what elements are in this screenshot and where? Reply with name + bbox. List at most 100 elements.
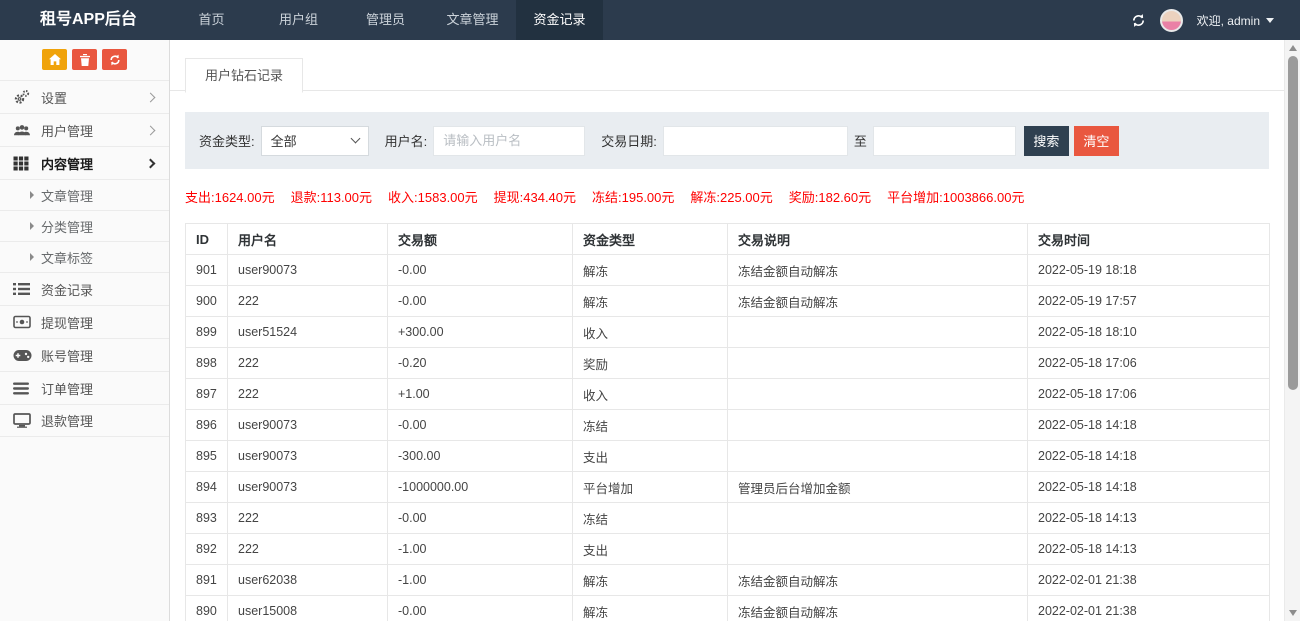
user-menu[interactable]: 欢迎, admin [1197,12,1274,29]
date-to-input[interactable] [873,126,1016,156]
scroll-down-arrow[interactable] [1289,610,1297,616]
table-cell-username: user62038 [228,565,388,596]
table-cell-type: 解冻 [573,286,728,317]
table-cell-id: 898 [186,348,228,379]
table-cell-id: 890 [186,596,228,621]
sidebar-item-withdraw-mgmt[interactable]: 提现管理 [0,305,169,338]
clear-button[interactable]: 清空 [1074,126,1119,156]
recycle-button[interactable] [102,49,127,70]
table-row: 891user62038-1.00解冻冻结金额自动解冻2022-02-01 21… [186,565,1270,596]
scrollbar-thumb[interactable] [1288,56,1298,390]
table-cell-id: 893 [186,503,228,534]
table-row: 894user90073-1000000.00平台增加管理员后台增加金额2022… [186,472,1270,503]
table-cell-time: 2022-05-18 14:18 [1028,472,1270,503]
refresh-icon[interactable] [1131,13,1146,28]
table-cell-amount: -0.20 [388,348,573,379]
table-cell-note [728,534,1028,565]
table-cell-amount: -0.00 [388,503,573,534]
table-cell-amount: -1.00 [388,565,573,596]
sidebar-item-order-mgmt[interactable]: 订单管理 [0,371,169,404]
fund-type-select[interactable]: 全部 [261,126,369,156]
column-header: 用户名 [228,224,388,255]
sidebar-item-article-mgmt[interactable]: 文章管理 [0,179,169,210]
sidebar-item-settings[interactable]: 设置 [0,80,169,113]
trash-button[interactable] [72,49,97,70]
table-cell-type: 冻结 [573,410,728,441]
tabs-row: 用户钻石记录 [170,40,1284,91]
scroll-up-arrow[interactable] [1289,45,1297,51]
table-cell-time: 2022-05-18 14:13 [1028,503,1270,534]
table-row: 893222-0.00冻结2022-05-18 14:13 [186,503,1270,534]
table-cell-username: 222 [228,348,388,379]
username-label: 用户名: [385,131,428,150]
table-row: 898222-0.20奖励2022-05-18 17:06 [186,348,1270,379]
table-cell-username: 222 [228,503,388,534]
recycle-icon [109,54,121,66]
vertical-scrollbar[interactable] [1284,40,1300,621]
table-cell-time: 2022-05-18 14:18 [1028,441,1270,472]
sidebar-item-label: 分类管理 [41,217,156,236]
topnav-item-fund-records[interactable]: 资金记录 [516,0,603,40]
table-row: 899user51524+300.00收入2022-05-18 18:10 [186,317,1270,348]
caret-down-icon [1266,18,1274,23]
chevron-down-icon [350,134,360,144]
date-separator: 至 [854,131,867,150]
table-row: 901user90073-0.00解冻冻结金额自动解冻2022-05-19 18… [186,255,1270,286]
table-cell-note [728,379,1028,410]
table-cell-username: user15008 [228,596,388,621]
table-cell-type: 解冻 [573,596,728,621]
app-brand: 租号APP后台 [0,0,168,40]
users-icon [13,122,33,138]
sidebar-item-account-mgmt[interactable]: 账号管理 [0,338,169,371]
tab-user-diamond-records[interactable]: 用户钻石记录 [185,58,303,93]
topnav-item-admin[interactable]: 管理员 [342,0,429,40]
table-cell-note [728,348,1028,379]
summary-stat: 收入:1583.00元 [388,187,478,206]
table-cell-amount: -0.00 [388,596,573,621]
table-cell-time: 2022-05-19 18:18 [1028,255,1270,286]
sidebar-item-label: 资金记录 [41,280,156,299]
sidebar-item-refund-mgmt[interactable]: 退款管理 [0,404,169,437]
table-cell-username: 222 [228,286,388,317]
table-row: 892222-1.00支出2022-05-18 14:13 [186,534,1270,565]
topnav-item-article-mgmt[interactable]: 文章管理 [429,0,516,40]
table-cell-id: 896 [186,410,228,441]
topbar: 租号APP后台 首页用户组管理员文章管理资金记录 欢迎, admin [0,0,1300,40]
table-cell-time: 2022-05-18 14:18 [1028,410,1270,441]
table-cell-amount: -0.00 [388,410,573,441]
date-from-input[interactable] [663,126,848,156]
table-row: 890user15008-0.00解冻冻结金额自动解冻2022-02-01 21… [186,596,1270,621]
table-cell-username: 222 [228,534,388,565]
table-cell-type: 收入 [573,317,728,348]
table-cell-id: 897 [186,379,228,410]
user-avatar[interactable] [1160,9,1183,32]
table-row: 900222-0.00解冻冻结金额自动解冻2022-05-19 17:57 [186,286,1270,317]
username-input[interactable] [433,126,585,156]
topnav-item-user-group[interactable]: 用户组 [255,0,342,40]
fund-type-value: 全部 [271,131,297,150]
monitor-icon [13,413,33,428]
sidebar-item-content-mgmt[interactable]: 内容管理 [0,146,169,179]
table-cell-type: 平台增加 [573,472,728,503]
sidebar-item-label: 设置 [41,88,147,107]
sidebar-menu: 设置用户管理内容管理文章管理分类管理文章标签资金记录提现管理账号管理订单管理退款… [0,80,169,437]
summary-stat: 奖励:182.60元 [789,187,871,206]
table-cell-type: 收入 [573,379,728,410]
sidebar-item-fund-records[interactable]: 资金记录 [0,272,169,305]
sidebar-item-user-mgmt[interactable]: 用户管理 [0,113,169,146]
home-button[interactable] [42,49,67,70]
topnav-item-home[interactable]: 首页 [168,0,255,40]
table-row: 897222+1.00收入2022-05-18 17:06 [186,379,1270,410]
table-cell-note: 冻结金额自动解冻 [728,255,1028,286]
sidebar-item-article-tags[interactable]: 文章标签 [0,241,169,272]
welcome-text: 欢迎, admin [1197,12,1260,29]
table-cell-username: user51524 [228,317,388,348]
search-button[interactable]: 搜索 [1024,126,1069,156]
summary-stat: 冻结:195.00元 [592,187,674,206]
summary-stat: 提现:434.40元 [494,187,576,206]
table-cell-time: 2022-02-01 21:38 [1028,565,1270,596]
table-cell-time: 2022-05-19 17:57 [1028,286,1270,317]
sidebar-item-category-mgmt[interactable]: 分类管理 [0,210,169,241]
summary-stat: 平台增加:1003866.00元 [887,187,1024,206]
table-row: 895user90073-300.00支出2022-05-18 14:18 [186,441,1270,472]
